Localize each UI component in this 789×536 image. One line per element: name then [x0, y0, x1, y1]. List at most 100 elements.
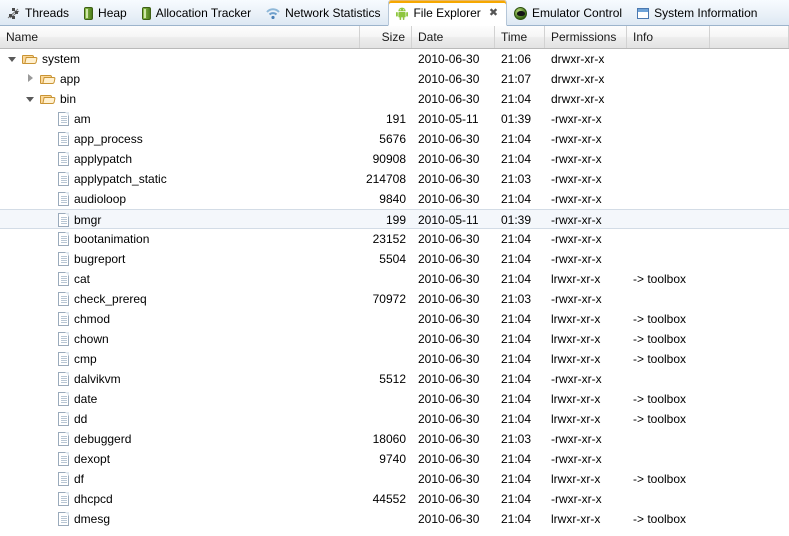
tab-label: System Information [654, 6, 758, 20]
cell-time [495, 529, 545, 536]
table-row[interactable]: dhcpcd 44552 2010-06-30 21:04 -rwxr-xr-x [0, 489, 789, 509]
file-tree-table[interactable]: system 2010-06-30 21:06 drwxr-xr-x app 2010-0… [0, 49, 789, 536]
table-row[interactable]: bin 2010-06-30 21:04 drwxr-xr-x [0, 89, 789, 109]
column-header-permissions[interactable]: Permissions [545, 26, 627, 48]
file-icon [58, 312, 69, 326]
cell-date: 2010-06-30 [418, 132, 480, 146]
column-header-info[interactable]: Info [627, 26, 710, 48]
cell-permissions: lrwxr-xr-x [551, 312, 601, 326]
cell-date: 2010-06-30 [418, 392, 480, 406]
view-tab-bar[interactable]: Threads Heap Allocation Tracker Network Sta… [0, 0, 789, 26]
cell-permissions [545, 529, 627, 536]
cell-info [627, 489, 710, 509]
table-row[interactable]: applypatch 90908 2010-06-30 21:04 -rwxr-xr-x [0, 149, 789, 169]
table-row[interactable]: cmp 2010-06-30 21:04 lrwxr-xr-x -> toolbox [0, 349, 789, 369]
cell-permissions: lrwxr-xr-x [551, 412, 601, 426]
column-header-time[interactable]: Time [495, 26, 545, 48]
tab-label: Allocation Tracker [155, 6, 252, 20]
table-row[interactable]: applypatch_static 214708 2010-06-30 21:03 -r… [0, 169, 789, 189]
cell-name: audioloop [0, 189, 360, 209]
file-name-label: audioloop [74, 192, 127, 206]
cell-permissions: -rwxr-xr-x [551, 172, 602, 186]
table-row[interactable]: dmesg 2010-06-30 21:04 lrwxr-xr-x -> toolbox [0, 509, 789, 529]
tab-label: File Explorer [413, 6, 481, 20]
cell-info [627, 129, 710, 149]
cell-name: applypatch [0, 149, 360, 169]
cell-permissions: lrwxr-xr-x [551, 472, 601, 486]
cell-name [0, 529, 360, 536]
cell-time: 21:03 [501, 432, 532, 446]
cell-info [627, 89, 710, 109]
cell-permissions: -rwxr-xr-x [551, 213, 602, 227]
table-row[interactable]: audioloop 9840 2010-06-30 21:04 -rwxr-xr-x [0, 189, 789, 209]
table-row[interactable]: dexopt 9740 2010-06-30 21:04 -rwxr-xr-x [0, 449, 789, 469]
tab-allocation-tracker[interactable]: Allocation Tracker [135, 0, 259, 26]
file-icon [58, 332, 69, 346]
cell-date: 2010-06-30 [418, 472, 480, 486]
expand-arrow-right-icon[interactable] [26, 69, 35, 89]
cell-date: 2010-06-30 [418, 372, 480, 386]
table-row[interactable]: check_prereq 70972 2010-06-30 21:03 -rwxr-xr… [0, 289, 789, 309]
table-row[interactable]: chmod 2010-06-30 21:04 lrwxr-xr-x -> toolbox [0, 309, 789, 329]
tab-system-information[interactable]: System Information [630, 0, 765, 26]
table-row[interactable]: df 2010-06-30 21:04 lrwxr-xr-x -> toolbox [0, 469, 789, 489]
cell-time: 21:04 [501, 92, 532, 106]
cell-size: 191 [385, 112, 406, 126]
file-icon [58, 192, 69, 206]
table-row[interactable]: dalvikvm 5512 2010-06-30 21:04 -rwxr-xr-x [0, 369, 789, 389]
table-row[interactable]: system 2010-06-30 21:06 drwxr-xr-x [0, 49, 789, 69]
cell-info [627, 169, 710, 189]
table-row[interactable]: bootanimation 23152 2010-06-30 21:04 -rwxr-x… [0, 229, 789, 249]
tab-emulator-control[interactable]: Emulator Control [507, 0, 630, 26]
column-header-pad[interactable] [710, 26, 789, 48]
column-header-date[interactable]: Date [412, 26, 495, 48]
name-cell-content: bmgr [0, 210, 360, 230]
tab-threads[interactable]: Threads [0, 0, 77, 26]
cell-permissions: -rwxr-xr-x [551, 252, 602, 266]
cell-time: 21:04 [501, 332, 532, 346]
tab-network-statistics[interactable]: Network Statistics [259, 0, 388, 26]
cell-name: system [0, 49, 360, 69]
file-name-label: bin [60, 92, 77, 106]
cell-size [360, 49, 412, 69]
tab-label: Emulator Control [532, 6, 623, 20]
tab-heap[interactable]: Heap [77, 0, 135, 26]
table-row[interactable]: app 2010-06-30 21:07 drwxr-xr-x [0, 69, 789, 89]
table-row[interactable]: bugreport 5504 2010-06-30 21:04 -rwxr-xr-x [0, 249, 789, 269]
column-header-row[interactable]: Name Size Date Time Permissions Info [0, 26, 789, 49]
file-icon [58, 232, 69, 246]
cell-size [360, 509, 412, 529]
table-row[interactable]: app_process 5676 2010-06-30 21:04 -rwxr-xr-x [0, 129, 789, 149]
column-header-name[interactable]: Name [0, 26, 360, 48]
table-row[interactable]: dd 2010-06-30 21:04 lrwxr-xr-x -> toolbox [0, 409, 789, 429]
name-cell-content: app [0, 69, 360, 89]
cell-info [627, 149, 710, 169]
cell-size: 5512 [379, 372, 406, 386]
expand-arrow-down-icon[interactable] [8, 49, 17, 69]
file-name-label: dmesg [74, 512, 111, 526]
cell-size: 5676 [379, 132, 406, 146]
file-icon [58, 472, 69, 486]
table-row[interactable]: am 191 2010-05-11 01:39 -rwxr-xr-x [0, 109, 789, 129]
file-name-label: dhcpcd [74, 492, 113, 506]
expand-arrow-down-icon[interactable] [26, 89, 35, 109]
table-row[interactable] [0, 529, 789, 536]
cell-size: 214708 [365, 172, 406, 186]
close-icon[interactable]: ✖ [489, 7, 498, 19]
tab-file-explorer[interactable]: File Explorer ✖ [388, 0, 508, 26]
table-row[interactable]: chown 2010-06-30 21:04 lrwxr-xr-x -> toolbox [0, 329, 789, 349]
cell-name: app [0, 69, 360, 89]
table-row[interactable]: bmgr 199 2010-05-11 01:39 -rwxr-xr-x [0, 209, 789, 229]
name-cell-content: dalvikvm [0, 369, 360, 389]
table-row[interactable]: cat 2010-06-30 21:04 lrwxr-xr-x -> toolbox [0, 269, 789, 289]
cell-name: am [0, 109, 360, 129]
file-name-label: chmod [74, 312, 111, 326]
column-header-size[interactable]: Size [360, 26, 412, 48]
table-row[interactable]: debuggerd 18060 2010-06-30 21:03 -rwxr-xr-x [0, 429, 789, 449]
cell-info: -> toolbox [633, 392, 687, 406]
table-row[interactable]: date 2010-06-30 21:04 lrwxr-xr-x -> toolbox [0, 389, 789, 409]
cell-date: 2010-06-30 [418, 332, 480, 346]
